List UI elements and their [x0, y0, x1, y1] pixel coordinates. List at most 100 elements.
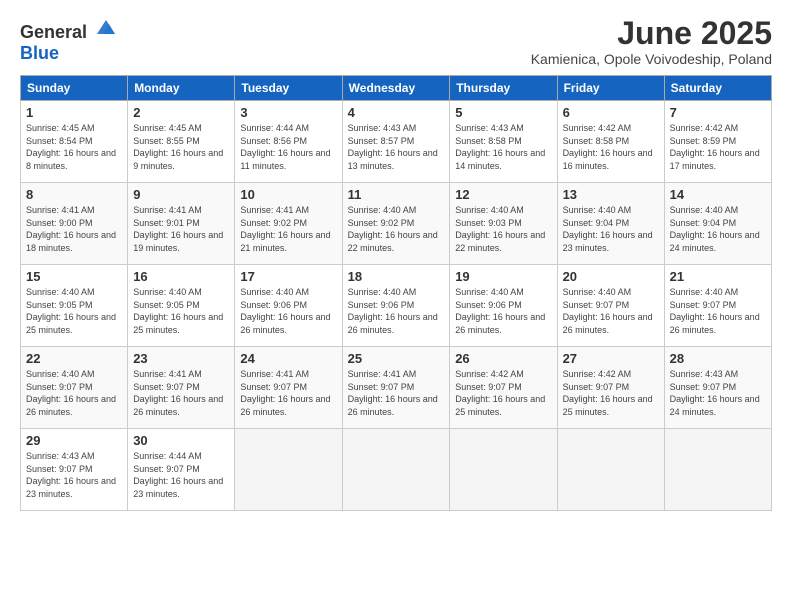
- calendar-cell: 29 Sunrise: 4:43 AMSunset: 9:07 PMDaylig…: [21, 429, 128, 511]
- calendar-week-row: 1 Sunrise: 4:45 AMSunset: 8:54 PMDayligh…: [21, 101, 772, 183]
- logo-icon: [95, 16, 117, 38]
- calendar-week-row: 15 Sunrise: 4:40 AMSunset: 9:05 PMDaylig…: [21, 265, 772, 347]
- day-number: 23: [133, 351, 229, 366]
- calendar-cell: 14 Sunrise: 4:40 AMSunset: 9:04 PMDaylig…: [664, 183, 771, 265]
- calendar-cell: [664, 429, 771, 511]
- day-info: Sunrise: 4:45 AMSunset: 8:54 PMDaylight:…: [26, 123, 116, 171]
- calendar-week-row: 29 Sunrise: 4:43 AMSunset: 9:07 PMDaylig…: [21, 429, 772, 511]
- day-info: Sunrise: 4:44 AMSunset: 9:07 PMDaylight:…: [133, 451, 223, 499]
- day-number: 3: [240, 105, 336, 120]
- location-subtitle: Kamienica, Opole Voivodeship, Poland: [531, 51, 772, 67]
- calendar-cell: 2 Sunrise: 4:45 AMSunset: 8:55 PMDayligh…: [128, 101, 235, 183]
- calendar-cell: 6 Sunrise: 4:42 AMSunset: 8:58 PMDayligh…: [557, 101, 664, 183]
- day-number: 29: [26, 433, 122, 448]
- day-info: Sunrise: 4:43 AMSunset: 8:57 PMDaylight:…: [348, 123, 438, 171]
- day-info: Sunrise: 4:40 AMSunset: 9:04 PMDaylight:…: [670, 205, 760, 253]
- day-info: Sunrise: 4:41 AMSunset: 9:07 PMDaylight:…: [348, 369, 438, 417]
- day-number: 12: [455, 187, 551, 202]
- day-number: 10: [240, 187, 336, 202]
- calendar-cell: 19 Sunrise: 4:40 AMSunset: 9:06 PMDaylig…: [450, 265, 557, 347]
- calendar-header-row: SundayMondayTuesdayWednesdayThursdayFrid…: [21, 76, 772, 101]
- day-number: 14: [670, 187, 766, 202]
- day-number: 30: [133, 433, 229, 448]
- day-info: Sunrise: 4:40 AMSunset: 9:07 PMDaylight:…: [670, 287, 760, 335]
- day-number: 15: [26, 269, 122, 284]
- day-info: Sunrise: 4:40 AMSunset: 9:07 PMDaylight:…: [563, 287, 653, 335]
- day-info: Sunrise: 4:42 AMSunset: 9:07 PMDaylight:…: [455, 369, 545, 417]
- day-info: Sunrise: 4:42 AMSunset: 9:07 PMDaylight:…: [563, 369, 653, 417]
- calendar-week-row: 22 Sunrise: 4:40 AMSunset: 9:07 PMDaylig…: [21, 347, 772, 429]
- day-info: Sunrise: 4:40 AMSunset: 9:02 PMDaylight:…: [348, 205, 438, 253]
- calendar-cell: 12 Sunrise: 4:40 AMSunset: 9:03 PMDaylig…: [450, 183, 557, 265]
- calendar-week-row: 8 Sunrise: 4:41 AMSunset: 9:00 PMDayligh…: [21, 183, 772, 265]
- day-number: 6: [563, 105, 659, 120]
- calendar-cell: 4 Sunrise: 4:43 AMSunset: 8:57 PMDayligh…: [342, 101, 450, 183]
- day-number: 4: [348, 105, 445, 120]
- day-info: Sunrise: 4:40 AMSunset: 9:04 PMDaylight:…: [563, 205, 653, 253]
- calendar-cell: [450, 429, 557, 511]
- day-number: 19: [455, 269, 551, 284]
- calendar-cell: 15 Sunrise: 4:40 AMSunset: 9:05 PMDaylig…: [21, 265, 128, 347]
- calendar-cell: 16 Sunrise: 4:40 AMSunset: 9:05 PMDaylig…: [128, 265, 235, 347]
- calendar-cell: 9 Sunrise: 4:41 AMSunset: 9:01 PMDayligh…: [128, 183, 235, 265]
- calendar-cell: 30 Sunrise: 4:44 AMSunset: 9:07 PMDaylig…: [128, 429, 235, 511]
- day-number: 11: [348, 187, 445, 202]
- weekday-header: Sunday: [21, 76, 128, 101]
- day-info: Sunrise: 4:42 AMSunset: 8:58 PMDaylight:…: [563, 123, 653, 171]
- calendar-cell: [342, 429, 450, 511]
- day-info: Sunrise: 4:45 AMSunset: 8:55 PMDaylight:…: [133, 123, 223, 171]
- weekday-header: Tuesday: [235, 76, 342, 101]
- day-info: Sunrise: 4:40 AMSunset: 9:06 PMDaylight:…: [348, 287, 438, 335]
- calendar-cell: 8 Sunrise: 4:41 AMSunset: 9:00 PMDayligh…: [21, 183, 128, 265]
- calendar-cell: 7 Sunrise: 4:42 AMSunset: 8:59 PMDayligh…: [664, 101, 771, 183]
- calendar-cell: 18 Sunrise: 4:40 AMSunset: 9:06 PMDaylig…: [342, 265, 450, 347]
- day-number: 17: [240, 269, 336, 284]
- calendar-cell: 3 Sunrise: 4:44 AMSunset: 8:56 PMDayligh…: [235, 101, 342, 183]
- calendar-cell: 25 Sunrise: 4:41 AMSunset: 9:07 PMDaylig…: [342, 347, 450, 429]
- day-number: 13: [563, 187, 659, 202]
- calendar-cell: 11 Sunrise: 4:40 AMSunset: 9:02 PMDaylig…: [342, 183, 450, 265]
- calendar-cell: 13 Sunrise: 4:40 AMSunset: 9:04 PMDaylig…: [557, 183, 664, 265]
- weekday-header: Monday: [128, 76, 235, 101]
- weekday-header: Friday: [557, 76, 664, 101]
- day-number: 7: [670, 105, 766, 120]
- calendar-cell: 24 Sunrise: 4:41 AMSunset: 9:07 PMDaylig…: [235, 347, 342, 429]
- day-info: Sunrise: 4:40 AMSunset: 9:03 PMDaylight:…: [455, 205, 545, 253]
- calendar-cell: [235, 429, 342, 511]
- calendar-cell: 23 Sunrise: 4:41 AMSunset: 9:07 PMDaylig…: [128, 347, 235, 429]
- day-number: 1: [26, 105, 122, 120]
- day-info: Sunrise: 4:41 AMSunset: 9:02 PMDaylight:…: [240, 205, 330, 253]
- calendar-cell: 10 Sunrise: 4:41 AMSunset: 9:02 PMDaylig…: [235, 183, 342, 265]
- month-title: June 2025: [531, 16, 772, 51]
- day-number: 25: [348, 351, 445, 366]
- day-info: Sunrise: 4:40 AMSunset: 9:05 PMDaylight:…: [26, 287, 116, 335]
- day-info: Sunrise: 4:41 AMSunset: 9:00 PMDaylight:…: [26, 205, 116, 253]
- day-number: 21: [670, 269, 766, 284]
- day-number: 2: [133, 105, 229, 120]
- day-info: Sunrise: 4:43 AMSunset: 8:58 PMDaylight:…: [455, 123, 545, 171]
- day-number: 8: [26, 187, 122, 202]
- calendar-cell: 20 Sunrise: 4:40 AMSunset: 9:07 PMDaylig…: [557, 265, 664, 347]
- weekday-header: Thursday: [450, 76, 557, 101]
- day-number: 22: [26, 351, 122, 366]
- day-number: 9: [133, 187, 229, 202]
- day-info: Sunrise: 4:40 AMSunset: 9:06 PMDaylight:…: [455, 287, 545, 335]
- calendar-cell: 5 Sunrise: 4:43 AMSunset: 8:58 PMDayligh…: [450, 101, 557, 183]
- logo: General Blue: [20, 16, 117, 64]
- calendar-cell: 1 Sunrise: 4:45 AMSunset: 8:54 PMDayligh…: [21, 101, 128, 183]
- day-info: Sunrise: 4:43 AMSunset: 9:07 PMDaylight:…: [670, 369, 760, 417]
- day-number: 20: [563, 269, 659, 284]
- calendar-cell: 28 Sunrise: 4:43 AMSunset: 9:07 PMDaylig…: [664, 347, 771, 429]
- day-info: Sunrise: 4:44 AMSunset: 8:56 PMDaylight:…: [240, 123, 330, 171]
- calendar-cell: 27 Sunrise: 4:42 AMSunset: 9:07 PMDaylig…: [557, 347, 664, 429]
- calendar-table: SundayMondayTuesdayWednesdayThursdayFrid…: [20, 75, 772, 511]
- day-number: 24: [240, 351, 336, 366]
- day-info: Sunrise: 4:42 AMSunset: 8:59 PMDaylight:…: [670, 123, 760, 171]
- day-info: Sunrise: 4:41 AMSunset: 9:01 PMDaylight:…: [133, 205, 223, 253]
- day-info: Sunrise: 4:41 AMSunset: 9:07 PMDaylight:…: [133, 369, 223, 417]
- calendar-cell: 17 Sunrise: 4:40 AMSunset: 9:06 PMDaylig…: [235, 265, 342, 347]
- day-number: 18: [348, 269, 445, 284]
- day-info: Sunrise: 4:40 AMSunset: 9:06 PMDaylight:…: [240, 287, 330, 335]
- day-info: Sunrise: 4:43 AMSunset: 9:07 PMDaylight:…: [26, 451, 116, 499]
- day-number: 5: [455, 105, 551, 120]
